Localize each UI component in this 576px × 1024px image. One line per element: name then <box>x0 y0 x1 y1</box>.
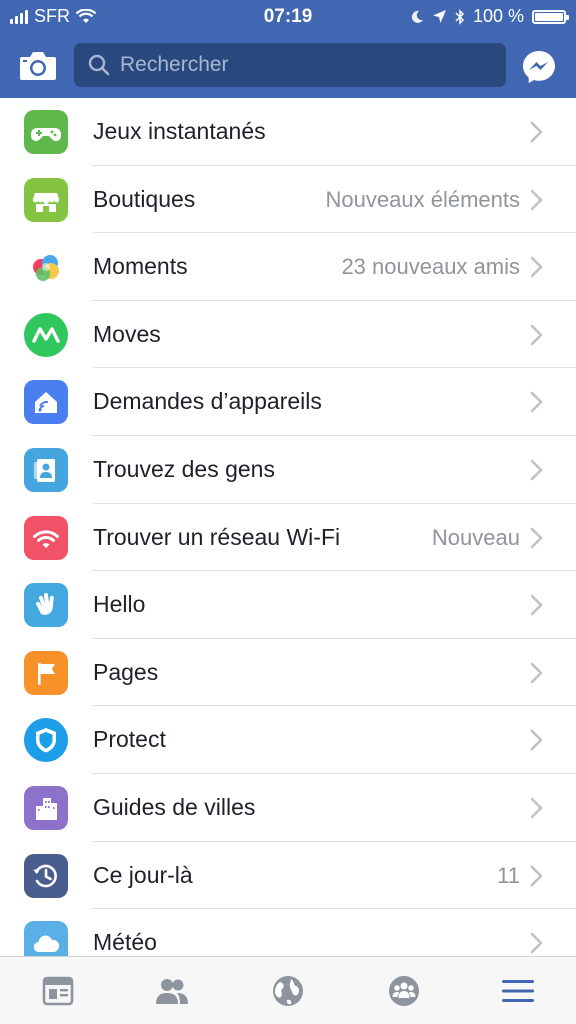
menu-item-label: Ce jour-là <box>93 861 193 888</box>
menu-item-label: Demandes d’appareils <box>93 388 322 415</box>
menu-item-label: Moments <box>93 253 188 280</box>
chevron-right-icon <box>530 459 543 481</box>
menu-item-on-this-day[interactable]: Ce jour-là 11 <box>0 842 576 910</box>
city-guides-icon <box>24 785 68 830</box>
friends-icon <box>156 979 188 1004</box>
menu-item-meta: 23 nouveaux amis <box>341 254 520 280</box>
chevron-right-icon <box>530 324 543 346</box>
menu-item-meta: 11 <box>497 862 520 888</box>
menu-item-label: Guides de villes <box>93 793 256 820</box>
battery-fill <box>535 12 563 21</box>
groups-icon <box>389 976 419 1006</box>
location-arrow-icon <box>432 10 446 23</box>
menu-item-gamepad[interactable]: Jeux instantanés <box>0 98 576 166</box>
menu-item-meta: Nouveau <box>431 524 520 550</box>
camera-icon <box>20 52 56 80</box>
menu-item-shield[interactable]: Protect <box>0 706 576 774</box>
globe-icon <box>273 976 303 1006</box>
menu-item-label: Jeux instantanés <box>93 118 266 144</box>
chevron-right-icon <box>530 594 543 616</box>
shop-icon <box>24 177 68 222</box>
menu-item-shop[interactable]: Boutiques Nouveaux éléments <box>0 166 576 234</box>
menu-item-hello-wave[interactable]: Hello <box>0 571 576 639</box>
tab-friends[interactable] <box>152 971 192 1011</box>
menu-item-label: Trouver un réseau Wi-Fi <box>93 523 341 550</box>
messenger-button[interactable] <box>521 49 557 85</box>
menu-item-find-people[interactable]: Trouvez des gens <box>0 436 576 504</box>
menu-item-pages-flag[interactable]: Pages <box>0 639 576 707</box>
menu-item-device-requests[interactable]: Demandes d’appareils <box>0 368 576 436</box>
chevron-right-icon <box>530 797 543 819</box>
menu-list: Jeux instantanés Boutiques Nouveaux élémen… <box>0 98 576 956</box>
search-row <box>0 40 576 92</box>
chevron-right-icon <box>530 865 543 886</box>
menu-item-label: Boutiques <box>93 185 196 212</box>
chevron-right-icon <box>530 392 543 413</box>
menu-item-label: Pages <box>93 658 159 685</box>
news-feed-icon <box>42 976 74 1006</box>
menu-item-label: Hello <box>93 591 146 618</box>
bluetooth-icon <box>455 8 465 25</box>
menu-item-wifi[interactable]: Trouver un réseau Wi-Fi Nouveau <box>0 504 576 572</box>
battery-percent: 100 % <box>472 6 524 26</box>
chevron-right-icon <box>530 730 543 751</box>
menu-item-label: Protect <box>93 726 166 753</box>
search-bar[interactable] <box>74 43 506 87</box>
tab-notifications[interactable] <box>268 971 308 1011</box>
status-bar: SFR 07:19 100 % <box>0 0 576 34</box>
menu-item-weather[interactable]: Météo <box>0 909 576 956</box>
menu-item-moments[interactable]: Moments 23 nouveaux amis <box>0 233 576 301</box>
chevron-right-icon <box>530 121 543 143</box>
chevron-right-icon <box>530 256 543 278</box>
camera-button[interactable] <box>18 48 58 84</box>
top-bar: SFR 07:19 100 % <box>0 0 576 98</box>
battery-icon <box>532 9 569 24</box>
chevron-right-icon <box>530 662 543 684</box>
wifi-icon <box>24 515 68 560</box>
menu-item-meta: Nouveaux éléments <box>325 186 520 212</box>
device-requests-icon <box>24 380 68 425</box>
hello-wave-icon <box>24 583 68 628</box>
chevron-right-icon <box>530 527 543 548</box>
menu-item-label: Moves <box>93 320 161 347</box>
tab-news-feed[interactable] <box>38 971 78 1011</box>
menu-item-city-guides[interactable]: Guides de villes <box>0 774 576 842</box>
status-right: 100 % <box>410 6 569 27</box>
menu-item-label: Météo <box>93 929 157 956</box>
gamepad-icon <box>24 110 68 154</box>
tab-menu[interactable] <box>498 971 538 1011</box>
messenger-icon <box>523 51 555 83</box>
menu-item-label: Trouvez des gens <box>93 455 275 482</box>
search-icon <box>88 54 110 76</box>
find-people-icon <box>24 447 68 492</box>
menu-icon <box>502 980 534 1002</box>
tab-groups[interactable] <box>384 971 424 1011</box>
pages-flag-icon <box>24 650 68 695</box>
chevron-right-icon <box>530 189 543 210</box>
moon-icon <box>411 10 423 23</box>
shield-icon <box>24 718 68 763</box>
on-this-day-icon <box>24 853 68 898</box>
menu-item-moves[interactable]: Moves <box>0 301 576 369</box>
weather-icon <box>24 921 68 956</box>
tab-bar <box>0 956 576 1024</box>
chevron-right-icon <box>530 932 543 954</box>
search-input[interactable] <box>118 52 502 78</box>
moments-icon <box>24 245 68 290</box>
moves-icon <box>24 312 68 357</box>
